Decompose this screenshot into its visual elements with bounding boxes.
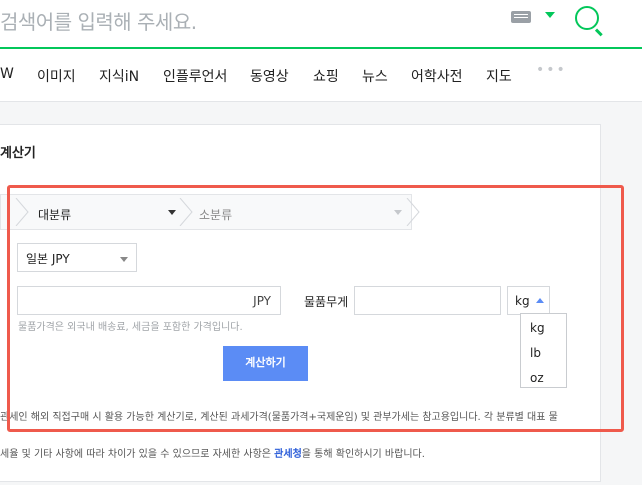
highlight-frame — [7, 185, 624, 432]
search-icon[interactable] — [575, 6, 599, 30]
tab-image[interactable]: 이미지 — [37, 66, 76, 86]
more-tabs-button[interactable]: ••• — [536, 62, 567, 78]
caret-down-icon[interactable] — [545, 12, 555, 18]
disclaimer-line-3: 세율 및 기타 사항에 따라 차이가 있을 수 있으므로 자세한 사항은 관세청… — [0, 445, 425, 460]
tab-map[interactable]: 지도 — [486, 66, 512, 86]
tab-view[interactable]: W — [0, 66, 14, 82]
tab-dictionary[interactable]: 어학사전 — [411, 66, 463, 86]
customs-link[interactable]: 관세청 — [274, 449, 302, 460]
search-tabs: W 이미지 지식iN 인플루언서 동영상 쇼핑 뉴스 어학사전 지도 ••• — [0, 49, 642, 102]
search-input[interactable]: 검색어를 입력해 주세요. — [0, 6, 197, 35]
tab-news[interactable]: 뉴스 — [362, 66, 388, 86]
tab-video[interactable]: 동영상 — [250, 66, 289, 86]
tab-shopping[interactable]: 쇼핑 — [313, 66, 339, 86]
tab-influencer[interactable]: 인플루언서 — [163, 66, 227, 86]
calculator-title: 계산기 — [0, 146, 36, 161]
disclaimer-text: 을 통해 확인하시기 바랍니다. — [301, 449, 425, 460]
search-bar: 검색어를 입력해 주세요. — [0, 0, 642, 48]
tab-kin[interactable]: 지식iN — [99, 66, 139, 86]
keyboard-icon[interactable] — [511, 11, 531, 23]
disclaimer-text: 세율 및 기타 사항에 따라 차이가 있을 수 있으므로 자세한 사항은 — [0, 449, 275, 460]
